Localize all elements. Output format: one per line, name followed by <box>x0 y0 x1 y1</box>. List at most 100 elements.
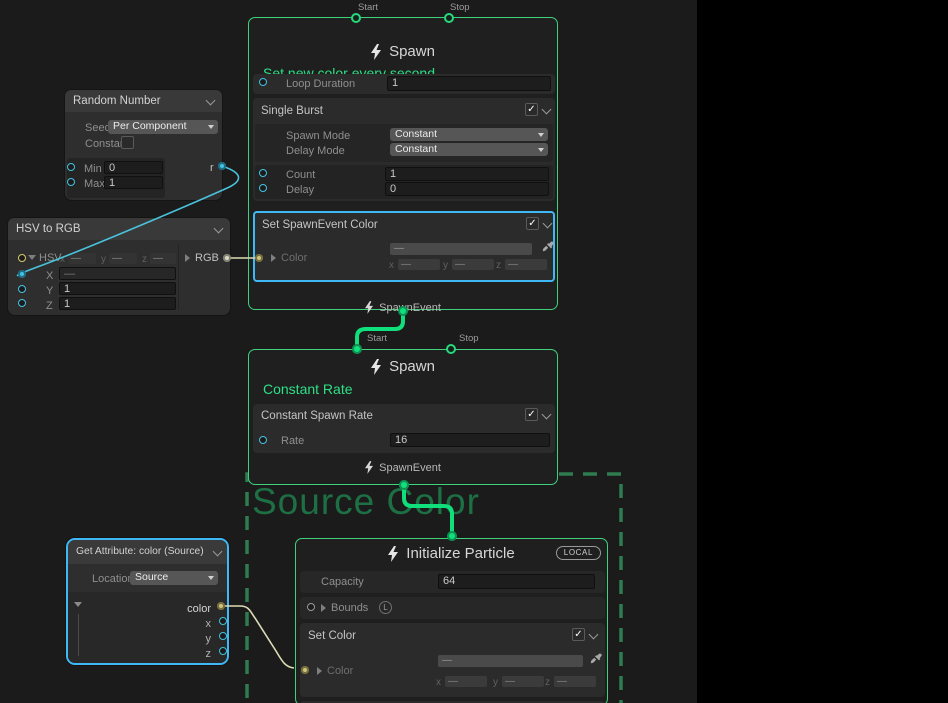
loop-duration-port[interactable] <box>259 78 267 86</box>
node-header[interactable]: Get Attribute: color (Source) <box>68 540 227 564</box>
set-color-port[interactable] <box>301 666 309 674</box>
chevron-down-icon[interactable] <box>214 224 224 234</box>
delay-field[interactable]: 0 <box>385 182 549 196</box>
node-header[interactable]: HSV to RGB <box>8 218 230 240</box>
chevron-down-icon[interactable] <box>542 410 552 420</box>
node-header[interactable]: Random Number <box>65 90 222 112</box>
count-field[interactable]: 1 <box>385 167 549 181</box>
y-field[interactable]: 1 <box>59 282 176 295</box>
expander-down-icon[interactable] <box>74 602 82 607</box>
set-spawnevent-color-checkbox[interactable]: ✓ <box>526 217 539 230</box>
max-field[interactable]: 1 <box>104 176 163 189</box>
hsv-x-dash[interactable]: — <box>68 253 96 264</box>
color-output-label: color <box>187 603 211 615</box>
get-attribute-node[interactable]: Get Attribute: color (Source) Location S… <box>66 538 229 665</box>
node-title: HSV to RGB <box>16 223 81 235</box>
set-color-block[interactable]: Set Color ✓ Color — x — y — z — <box>300 623 605 697</box>
count-port[interactable] <box>259 169 267 177</box>
group-title[interactable]: Source Color <box>252 481 480 523</box>
spawn1-stop-port[interactable] <box>444 13 454 23</box>
random-min-port[interactable] <box>67 163 75 171</box>
bounds-port[interactable] <box>307 603 315 611</box>
hsv-to-rgb-node[interactable]: HSV to RGB HSV x — y — z — X — Y 1 Z 1 R… <box>8 218 230 315</box>
check-icon: ✓ <box>527 409 535 420</box>
getattr-color-output-port[interactable] <box>217 602 225 610</box>
hsv-input-port[interactable] <box>18 254 26 262</box>
y-dash-field[interactable]: — <box>452 259 494 270</box>
vfx-graph-canvas[interactable]: Source Color Start Stop Spawn Set new co… <box>0 0 697 703</box>
x-field[interactable]: — <box>59 267 176 280</box>
set-spawnevent-color-block[interactable]: Set SpawnEvent Color ✓ Color — x — y — z… <box>253 211 555 282</box>
set-color-checkbox[interactable]: ✓ <box>572 628 585 641</box>
spawn2-stop-port[interactable] <box>446 344 456 354</box>
hsv-z-dash[interactable]: — <box>150 253 176 264</box>
hsv-rgb-output-port[interactable] <box>223 254 231 262</box>
z-field[interactable]: 1 <box>59 297 176 310</box>
z-dash-field[interactable]: — <box>505 259 547 270</box>
random-max-port[interactable] <box>67 178 75 186</box>
delay-mode-dropdown[interactable]: Constant <box>390 143 548 156</box>
location-dropdown[interactable]: Source <box>130 571 218 585</box>
hsv-y-port[interactable] <box>18 285 26 293</box>
rate-port[interactable] <box>259 436 267 444</box>
spawn1-start-port[interactable] <box>351 13 361 23</box>
spawn2-spawnevent-port[interactable] <box>399 480 409 490</box>
max-label: Max <box>84 178 105 190</box>
node-note[interactable]: Constant Rate <box>263 381 353 397</box>
chevron-down-icon[interactable] <box>542 105 552 115</box>
eyedropper-icon[interactable] <box>542 241 554 253</box>
hsv-y-dash[interactable]: — <box>109 253 137 264</box>
min-label: Min <box>84 163 102 175</box>
node-title: Spawn <box>389 358 435 375</box>
z-dash-field[interactable]: — <box>554 676 596 687</box>
getattr-z-output-port[interactable] <box>219 647 227 655</box>
check-icon: ✓ <box>527 104 535 115</box>
getattr-y-output-port[interactable] <box>219 632 227 640</box>
eyedropper-icon[interactable] <box>590 653 602 665</box>
expander-right-icon[interactable] <box>271 254 276 262</box>
initialize-flow-in-port[interactable] <box>447 531 457 541</box>
chevron-down-icon[interactable] <box>213 547 223 557</box>
spawn-context-2[interactable]: Spawn Constant Rate Constant Spawn Rate … <box>248 349 558 485</box>
seed-dropdown[interactable]: Per Component <box>108 120 218 134</box>
chevron-down-icon[interactable] <box>589 630 599 640</box>
spawn-context-1[interactable]: Spawn Set new color every second Loop Du… <box>248 17 558 310</box>
loop-duration-field[interactable]: 1 <box>387 76 551 91</box>
spawn2-start-port[interactable] <box>352 344 362 354</box>
z-axis-label: z <box>496 260 501 271</box>
expander-right-icon[interactable] <box>321 604 326 612</box>
chevron-down-icon[interactable] <box>543 219 553 229</box>
spawn1-spawnevent-port[interactable] <box>398 306 408 316</box>
hsv-z-port[interactable] <box>18 299 26 307</box>
random-number-node[interactable]: Random Number Seed Per Component Constan… <box>65 90 222 200</box>
lightning-icon <box>371 359 381 375</box>
seed-label: Seed <box>85 122 111 134</box>
x-dash-field[interactable]: — <box>398 259 440 270</box>
constant-checkbox[interactable] <box>121 136 134 149</box>
hsv-x-port[interactable] <box>18 270 26 278</box>
y-axis-label: y <box>443 260 448 271</box>
edge-getattr-color-to-set-color[interactable] <box>224 606 294 668</box>
single-burst-block[interactable]: Single Burst ✓ Spawn Mode Constant Delay… <box>253 98 555 201</box>
rate-field[interactable]: 16 <box>390 433 550 447</box>
color-swatch-field[interactable]: — <box>438 655 583 667</box>
constant-spawn-rate-block[interactable]: Constant Spawn Rate ✓ Rate 16 <box>253 404 555 453</box>
min-field[interactable]: 0 <box>104 161 163 174</box>
constant-spawn-rate-checkbox[interactable]: ✓ <box>525 408 538 421</box>
location-value: Source <box>135 571 168 583</box>
spawn-mode-dropdown[interactable]: Constant <box>390 128 548 141</box>
x-dash-field[interactable]: — <box>445 676 487 687</box>
delay-port[interactable] <box>259 184 267 192</box>
outputs-area: color x y z <box>68 592 227 663</box>
y-dash-field[interactable]: — <box>502 676 544 687</box>
spawnevent-color-port[interactable] <box>255 254 263 262</box>
expander-down-icon[interactable] <box>28 255 36 260</box>
getattr-x-output-port[interactable] <box>219 617 227 625</box>
chevron-down-icon[interactable] <box>206 96 216 106</box>
capacity-field[interactable]: 64 <box>438 574 595 589</box>
color-swatch-field[interactable]: — <box>390 243 532 255</box>
single-burst-checkbox[interactable]: ✓ <box>525 103 538 116</box>
expander-right-icon[interactable] <box>317 667 322 675</box>
random-r-output-port[interactable] <box>218 162 226 170</box>
initialize-particle-context[interactable]: Initialize Particle LOCAL Capacity 64 Bo… <box>295 538 608 703</box>
